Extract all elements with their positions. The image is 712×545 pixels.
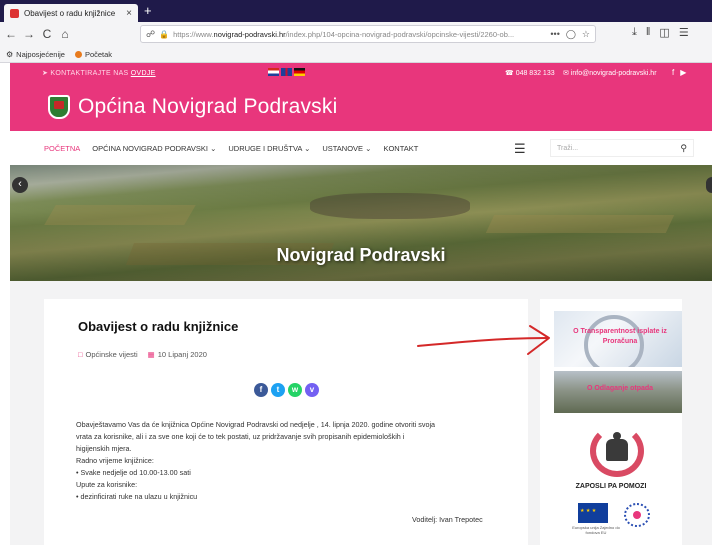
esf-logo-icon[interactable]	[624, 503, 650, 527]
article-paragraph: Obavještavamo Vas da će knjižnica Općine…	[76, 420, 436, 429]
site-header: Općina Novigrad Podravski	[10, 83, 712, 131]
banner-field	[44, 205, 196, 225]
eu-flag-icon[interactable]	[578, 503, 608, 523]
menu-item-pocetna[interactable]: POČETNA	[44, 144, 80, 153]
browser-tab[interactable]: Obavijest o radu knjižnice ×	[4, 4, 138, 22]
slider-prev-icon[interactable]: ‹	[12, 177, 28, 193]
new-tab-button[interactable]: +	[144, 3, 152, 18]
email-link[interactable]: ✉ info@novigrad-podravski.hr	[563, 69, 657, 77]
article-card: Obavijest o radu knjižnice □ Općinske vij…	[44, 299, 528, 545]
send-icon: ➤	[42, 70, 49, 77]
article-paragraph: • dezinficirati ruke na ulazu u knjižnic…	[76, 492, 198, 501]
forward-icon[interactable]: →	[22, 27, 36, 41]
shield-icon: ☍	[146, 28, 156, 39]
banner-title: Novigrad Podravski	[276, 245, 446, 265]
address-bar[interactable]: ☍ 🔒 https://www.novigrad-podravski.hr/in…	[140, 25, 596, 43]
twitter-share-icon[interactable]: t	[271, 383, 285, 397]
article-body: Obavještavamo Vas da će knjižnica Općine…	[76, 419, 516, 503]
menu-item-opcina[interactable]: OPĆINA NOVIGRAD PODRAVSKI ⌄	[92, 144, 216, 153]
flag-de-icon[interactable]	[294, 68, 305, 76]
menu-icon[interactable]: ☰	[679, 26, 689, 39]
calendar-icon: ▦	[147, 350, 155, 359]
coat-of-arms-icon[interactable]	[48, 95, 70, 119]
library-icon[interactable]: ‖	[646, 26, 651, 39]
bookmark-most-visited[interactable]: ⚙ Najposjećenije	[6, 50, 65, 59]
mail-icon: ✉	[563, 70, 569, 77]
article-title: Obavijest o radu knjižnice	[78, 319, 239, 334]
menu-item-ustanove[interactable]: USTANOVE ⌄	[322, 144, 371, 153]
search-icon[interactable]: ⚲	[680, 143, 687, 154]
slider-next-icon[interactable]	[706, 177, 712, 193]
search-placeholder: Traži...	[557, 144, 579, 152]
contact-link[interactable]: OVDJE	[131, 70, 156, 77]
whatsapp-share-icon[interactable]: w	[288, 383, 302, 397]
eu-caption: Europska unija Zajedno do fondova EU	[572, 525, 620, 535]
favicon-icon	[10, 8, 19, 18]
content-area: Obavijest o radu knjižnice □ Općinske vij…	[10, 281, 712, 545]
waste-label: O Odlaganje otpada	[586, 385, 654, 392]
main-menu: POČETNA OPĆINA NOVIGRAD PODRAVSKI ⌄ UDRU…	[10, 131, 712, 165]
article-paragraph: Radno vrijeme knjižnice:	[76, 456, 154, 465]
browser-navigation-bar: ← → C ⌂ ☍ 🔒 https://www.novigrad-podravs…	[0, 22, 712, 46]
sidebar-waste-banner[interactable]: O Odlaganje otpada	[554, 371, 682, 413]
pocket-icon[interactable]: ◯	[566, 29, 576, 40]
sidebar-icon[interactable]: ◫	[659, 26, 669, 39]
hamburger-menu-icon[interactable]: ☰	[514, 141, 526, 157]
tab-close-icon[interactable]: ×	[126, 8, 132, 19]
site-name[interactable]: Općina Novigrad Podravski	[78, 95, 337, 119]
url-text: https://www.novigrad-podravski.hr/index.…	[173, 29, 515, 39]
people-icon	[606, 432, 628, 461]
facebook-icon[interactable]: f	[672, 68, 674, 77]
phone-number[interactable]: ☎ 048 832 133	[505, 69, 555, 77]
zaposli-label: ZAPOSLI PA POMOZI	[575, 483, 647, 490]
toolbar-icons: ⤓ ‖ ◫ ☰	[632, 26, 689, 39]
article-paragraph: higijenskih mjera.	[76, 444, 132, 453]
reload-icon[interactable]: C	[40, 27, 54, 41]
youtube-icon[interactable]: ▶	[680, 68, 686, 77]
menu-item-udruge[interactable]: UDRUGE I DRUŠTVA ⌄	[228, 144, 310, 153]
web-page: ➤ KONTAKTIRAJTE NAS OVDJE ☎ 048 832 133 …	[10, 63, 712, 545]
bookmark-getting-started[interactable]: Početak	[74, 50, 112, 59]
downloads-icon[interactable]: ⤓	[632, 26, 637, 39]
firefox-icon	[74, 50, 82, 58]
facebook-share-icon[interactable]: f	[254, 383, 268, 397]
home-icon[interactable]: ⌂	[58, 27, 72, 41]
lock-icon: 🔒	[159, 29, 170, 39]
article-date: ▦ 10 Lipanj 2020	[147, 350, 207, 359]
sidebar: O Transparentnost isplate iz Proračuna O…	[540, 299, 682, 545]
flag-en-icon[interactable]	[281, 68, 292, 76]
contact-text: ➤ KONTAKTIRAJTE NAS OVDJE	[42, 70, 156, 77]
gear-icon: ⚙	[6, 49, 14, 59]
top-info-bar: ➤ KONTAKTIRAJTE NAS OVDJE ☎ 048 832 133 …	[10, 63, 712, 83]
language-flags	[268, 68, 305, 76]
article-category[interactable]: □ Općinske vijesti	[78, 350, 138, 359]
article-paragraph: • Svake nedjelje od 10.00-13.00 sati	[76, 468, 191, 477]
phone-icon: ☎	[505, 70, 514, 77]
folder-icon: □	[78, 350, 83, 359]
article-signature: Voditelj: Ivan Trepotec	[412, 515, 483, 524]
banner-village	[310, 193, 470, 219]
flag-hr-icon[interactable]	[268, 68, 279, 76]
browser-tab-bar: Obavijest o radu knjižnice × +	[0, 0, 712, 22]
page-actions-icon[interactable]: •••	[550, 29, 559, 39]
hero-banner: ‹ Novigrad Podravski	[10, 165, 712, 281]
viber-share-icon[interactable]: v	[305, 383, 319, 397]
search-input[interactable]: Traži... ⚲	[550, 139, 694, 157]
bookmarks-bar: ⚙ Najposjećenije Početak	[0, 46, 712, 63]
sidebar-transparency-banner[interactable]: O Transparentnost isplate iz Proračuna	[554, 311, 682, 367]
article-meta: □ Općinske vijesti ▦ 10 Lipanj 2020	[78, 350, 207, 359]
share-buttons: f t w v	[254, 383, 319, 397]
zaposli-pa-pomozi-logo[interactable]	[590, 425, 644, 477]
tab-title: Obavijest o radu knjižnice	[24, 8, 116, 18]
back-icon[interactable]: ←	[4, 27, 18, 41]
social-links: f ▶	[672, 68, 686, 77]
transparency-label: O Transparentnost isplate iz Proračuna	[573, 328, 667, 345]
article-paragraph: Upute za korisnike:	[76, 480, 138, 489]
bookmark-star-icon[interactable]: ☆	[582, 29, 590, 40]
menu-item-kontakt[interactable]: KONTAKT	[383, 144, 418, 153]
banner-field	[485, 215, 675, 233]
article-paragraph: vrata za korisnike, ali i za sve one koj…	[76, 432, 405, 441]
